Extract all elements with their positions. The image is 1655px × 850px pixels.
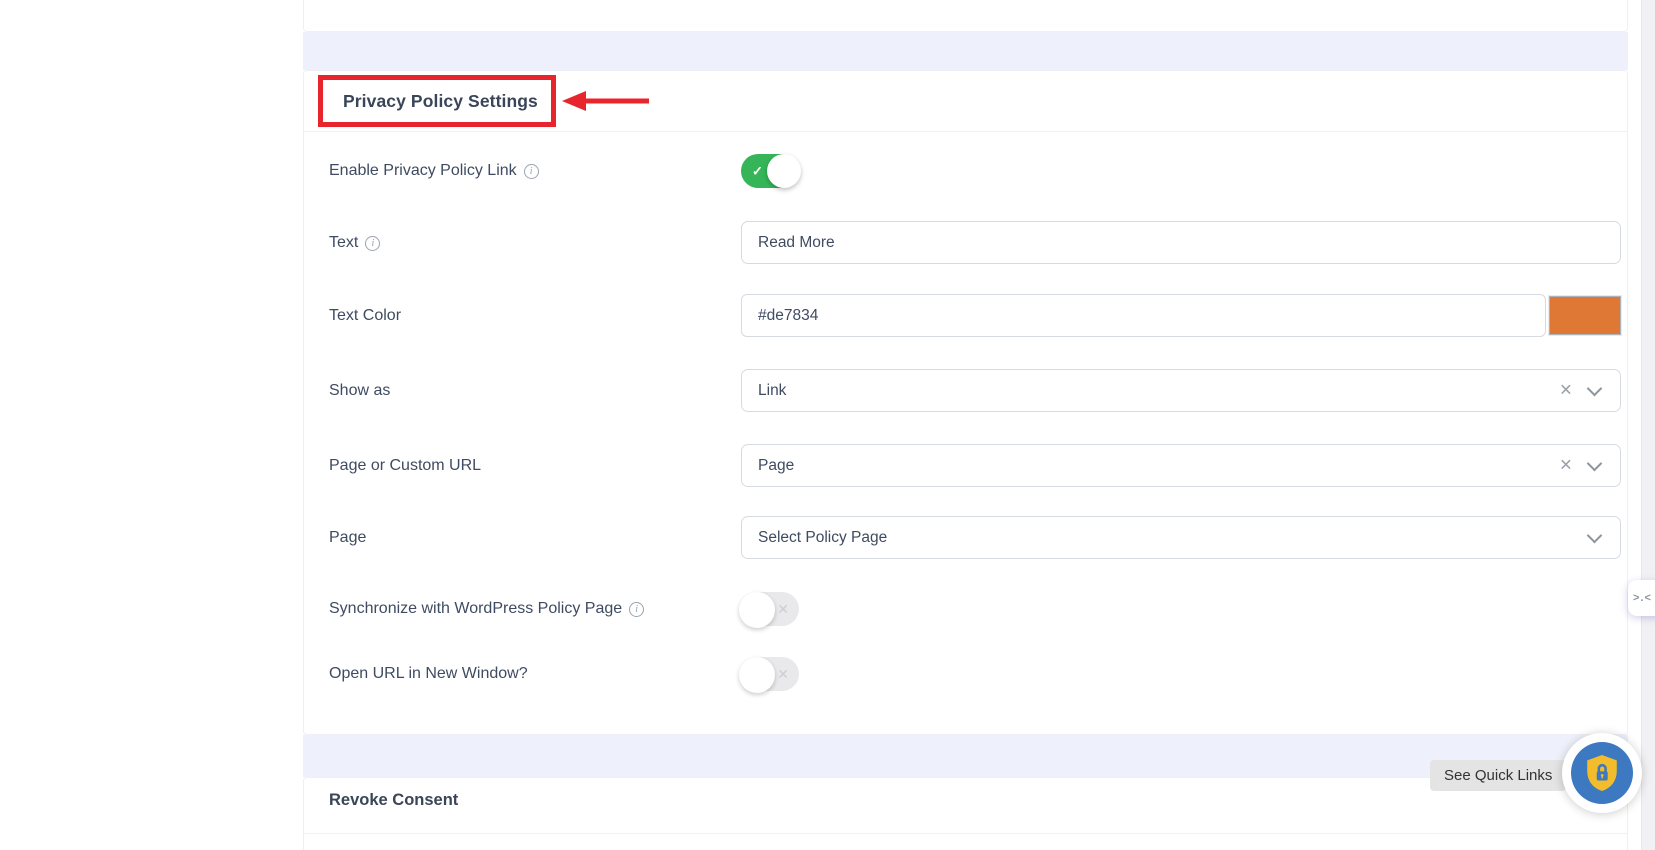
- shield-lock-icon: [1587, 755, 1617, 791]
- settings-row-privacy-link-text: Text i Read More: [329, 221, 1621, 264]
- page: Privacy Policy Settings Enable Privacy P…: [0, 0, 1655, 850]
- divider: [304, 131, 1627, 132]
- field-label-group: Page or Custom URL: [329, 457, 741, 475]
- settings-row-show-as: Show as Link ×: [329, 369, 1621, 412]
- page-or-custom-url-select[interactable]: Page ×: [741, 444, 1621, 487]
- cross-icon: ✕: [777, 665, 789, 682]
- info-icon[interactable]: i: [523, 163, 539, 179]
- settings-row-sync-wordpress-policy-page: Synchronize with WordPress Policy Page i ✕: [329, 587, 1621, 630]
- quick-links-shield-button[interactable]: [1562, 733, 1642, 813]
- field-label-group: Page: [329, 529, 741, 547]
- extension-face-icon: >.<: [1633, 592, 1652, 604]
- field-control: #de7834: [741, 294, 1621, 337]
- field-label-group: Synchronize with WordPress Policy Page i: [329, 600, 741, 618]
- field-control: Select Policy Page: [741, 516, 1621, 559]
- field-label: Show as: [329, 381, 391, 399]
- field-control: Read More: [741, 221, 1621, 264]
- field-label: Open URL in New Window?: [329, 664, 528, 682]
- color-swatch[interactable]: [1549, 296, 1621, 335]
- settings-row-open-url-new-window: Open URL in New Window? ✕: [329, 652, 1621, 695]
- section-gap: [303, 32, 1628, 70]
- chevron-down-icon[interactable]: [1586, 455, 1603, 471]
- shield-button-circle: [1571, 742, 1633, 804]
- privacy-link-text-input[interactable]: Read More: [741, 221, 1621, 264]
- field-control: Link ×: [741, 369, 1621, 412]
- section-title: Privacy Policy Settings: [343, 90, 538, 111]
- field-control: Page ×: [741, 444, 1621, 487]
- section-title: Revoke Consent: [329, 791, 459, 809]
- privacy-link-text-color-input[interactable]: #de7834: [741, 294, 1546, 337]
- field-label: Enable Privacy Policy Link: [329, 161, 517, 179]
- field-label: Page or Custom URL: [329, 456, 482, 474]
- browser-extension-handle[interactable]: >.<: [1628, 580, 1655, 616]
- settings-row-privacy-link-text-color: Text Color #de7834: [329, 294, 1621, 337]
- privacy-policy-settings-card: Privacy Policy Settings Enable Privacy P…: [303, 70, 1628, 735]
- field-control: ✕: [739, 652, 1621, 695]
- selected-value: Page: [758, 456, 795, 474]
- settings-row-enable-privacy-policy-link: Enable Privacy Policy Link i ✓: [329, 149, 1621, 192]
- info-icon[interactable]: i: [365, 235, 381, 251]
- policy-page-select[interactable]: Select Policy Page: [741, 516, 1621, 559]
- field-label: Synchronize with WordPress Policy Page: [329, 599, 623, 617]
- selected-value: Link: [758, 381, 787, 399]
- privacy-link-text-color-group: #de7834: [741, 294, 1621, 337]
- chevron-down-icon[interactable]: [1586, 527, 1603, 543]
- selected-value: Select Policy Page: [758, 528, 888, 546]
- clear-icon[interactable]: ×: [1560, 379, 1572, 400]
- enable-privacy-policy-link-toggle[interactable]: ✓: [741, 153, 801, 188]
- divider: [304, 833, 1627, 834]
- field-label: Text: [329, 233, 359, 251]
- chevron-down-icon[interactable]: [1586, 380, 1603, 396]
- cross-icon: ✕: [777, 600, 789, 617]
- field-label-group: Text i: [329, 234, 741, 252]
- info-icon[interactable]: i: [629, 601, 645, 617]
- field-label: Page: [329, 528, 367, 546]
- settings-row-page-or-custom-url: Page or Custom URL Page ×: [329, 444, 1621, 487]
- scrollbar[interactable]: [1641, 0, 1655, 850]
- check-icon: ✓: [752, 163, 763, 178]
- previous-section-card: [303, 0, 1628, 32]
- field-control: ✕: [739, 587, 1621, 630]
- open-url-new-window-toggle[interactable]: ✕: [739, 656, 799, 693]
- field-label-group: Open URL in New Window?: [329, 665, 741, 683]
- show-as-select[interactable]: Link ×: [741, 369, 1621, 412]
- annotation-arrow-icon: [562, 91, 649, 111]
- annotation-highlight-box: Privacy Policy Settings: [318, 75, 556, 127]
- field-label-group: Text Color: [329, 307, 741, 325]
- field-label-group: Enable Privacy Policy Link i: [329, 162, 741, 180]
- field-label-group: Show as: [329, 382, 741, 400]
- field-control: ✓: [741, 149, 1621, 192]
- settings-row-policy-page: Page Select Policy Page: [329, 516, 1621, 559]
- sync-wordpress-policy-page-toggle[interactable]: ✕: [739, 591, 799, 628]
- toggle-knob[interactable]: [767, 153, 801, 188]
- toggle-knob[interactable]: [739, 591, 775, 628]
- field-label: Text Color: [329, 306, 402, 324]
- see-quick-links-button[interactable]: See Quick Links: [1430, 760, 1567, 791]
- clear-icon[interactable]: ×: [1560, 454, 1572, 475]
- toggle-knob[interactable]: [739, 656, 775, 693]
- settings-content: Privacy Policy Settings Enable Privacy P…: [303, 0, 1628, 850]
